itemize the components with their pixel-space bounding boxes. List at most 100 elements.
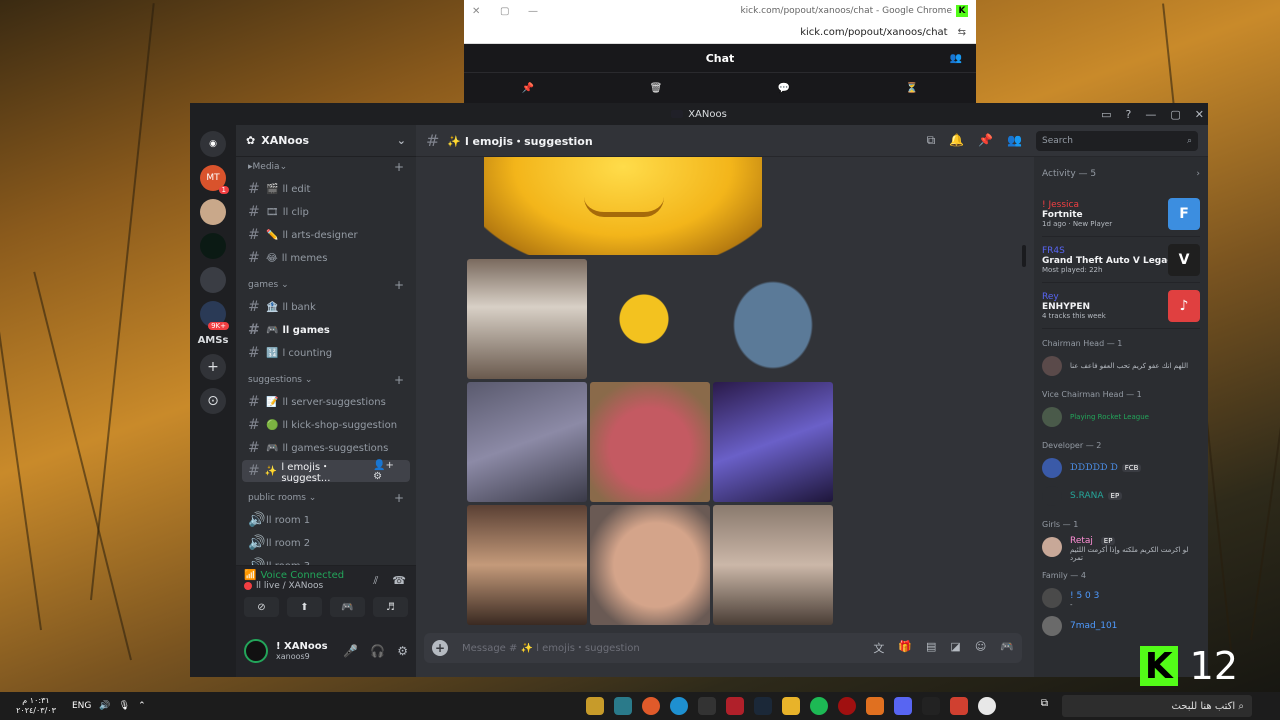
add-attachment-icon[interactable]: + [432, 640, 448, 656]
server-icon-xanoos[interactable] [200, 233, 226, 259]
taskbar-search-input[interactable]: ⌕ اكتب هنا للبحث [1062, 695, 1252, 717]
category-public-rooms[interactable]: public rooms ⌄ + [242, 488, 410, 508]
server-icon-baby[interactable] [200, 199, 226, 225]
activity-card[interactable]: Rey ENHYPEN 4 tracks this week ♪ [1042, 283, 1200, 329]
gif-icon[interactable]: ▤ [926, 640, 936, 656]
member-item[interactable]: ! 5 0 3 - [1042, 584, 1200, 612]
search-input[interactable]: Search ⌕ [1036, 130, 1198, 151]
maximize-icon[interactable]: ▢ [1170, 108, 1180, 121]
threads-icon[interactable]: ⧉ [927, 133, 936, 148]
game-controller-icon[interactable]: 🎮 [1000, 640, 1014, 656]
gif-thumbnail[interactable] [713, 505, 833, 625]
bell-icon[interactable]: 🔔 [949, 133, 964, 148]
channel-arts-designer[interactable]: # ✏️ ll arts-designer [242, 224, 410, 246]
activity-button[interactable]: 🎮 [330, 597, 365, 617]
app-icon[interactable] [585, 697, 604, 715]
steam-icon[interactable] [753, 697, 772, 715]
add-channel-icon[interactable]: + [394, 491, 404, 505]
channel-clip[interactable]: # 🎞 ll clip [242, 201, 410, 223]
gif-thumbnail[interactable] [713, 259, 833, 379]
scrollbar-thumb[interactable] [1022, 245, 1026, 267]
maximize-icon[interactable]: ▢ [500, 6, 528, 17]
member-item[interactable]: S.RANA EP [1042, 482, 1200, 510]
taskbar-clock[interactable]: ١٠:٣١ م ٢٠٢٤/٠٣/٠٣ [0, 696, 72, 716]
gift-icon[interactable]: 🎁 [898, 640, 912, 656]
app-icon[interactable] [865, 697, 884, 715]
disconnect-icon[interactable]: ☎ [392, 574, 406, 588]
site-settings-icon[interactable]: ⇆ [958, 27, 966, 38]
member-item[interactable]: Playing Rocket League [1042, 403, 1200, 431]
headphones-icon[interactable]: 🎧 [370, 644, 385, 658]
gif-thumbnail[interactable] [590, 505, 710, 625]
sticker-icon[interactable]: ◪ [950, 640, 960, 656]
channel-games[interactable]: # 🎮 ll games [242, 319, 410, 341]
chat-bubble-icon[interactable]: 💬 [778, 83, 790, 94]
members-icon[interactable]: 👥 [1007, 133, 1022, 148]
app-icon[interactable] [697, 697, 716, 715]
minimize-icon[interactable]: — [1145, 108, 1156, 121]
spotify-icon[interactable] [809, 697, 828, 715]
microphone-icon[interactable]: 🎤 [343, 644, 358, 658]
add-channel-icon[interactable]: + [394, 373, 404, 387]
discord-home-icon[interactable]: ◉ [200, 131, 226, 157]
chrome-icon[interactable] [977, 697, 996, 715]
category-media[interactable]: ▸ Media ⌄ + [242, 157, 410, 177]
message-input[interactable] [462, 642, 874, 654]
gif-thumbnail[interactable] [590, 259, 710, 379]
add-channel-icon[interactable]: + [394, 278, 404, 292]
voice-channel-room-2[interactable]: 🔊 ll room 2 [242, 532, 410, 554]
channel-bank[interactable]: # 🏦 ll bank [242, 296, 410, 318]
language-indicator[interactable]: ENG [72, 701, 91, 711]
gif-thumbnail[interactable] [467, 382, 587, 502]
gif-thumbnail[interactable] [590, 382, 710, 502]
app-icon[interactable] [613, 697, 632, 715]
channel-memes[interactable]: # 😂 ll memes [242, 247, 410, 269]
avatar[interactable] [244, 639, 268, 663]
url-bar[interactable]: kick.com/popout/xanoos/chat ⇆ [464, 22, 976, 44]
discover-icon[interactable]: ⊙ [200, 388, 226, 414]
speaker-icon[interactable]: 🔊 [99, 701, 110, 711]
task-view-icon[interactable]: ⧉ [1041, 698, 1048, 709]
server-folder-icon[interactable]: 9K+ [200, 301, 229, 330]
emoji-icon[interactable]: ☺ [975, 640, 986, 656]
app-icon[interactable] [725, 697, 744, 715]
member-item[interactable]: ᗪᗪᗪᗪᗪ ᗪ FCB [1042, 454, 1200, 482]
server-folder-icon[interactable] [200, 267, 226, 293]
close-icon[interactable]: ✕ [472, 6, 500, 17]
hourglass-icon[interactable]: ⏳ [906, 83, 918, 94]
channel-settings-icon[interactable]: 👤+ ⚙ [373, 460, 404, 482]
server-icon-mt[interactable]: MT 1 [200, 165, 229, 194]
channel-edit[interactable]: # 🎬 ll edit [242, 178, 410, 200]
app-icon[interactable] [641, 697, 660, 715]
gear-icon[interactable]: ⚙ [397, 644, 408, 658]
gif-thumbnail[interactable] [467, 505, 587, 625]
server-label[interactable]: AMSs [198, 335, 229, 346]
channel-server-suggestions[interactable]: # 📝 ll server-suggestions [242, 391, 410, 413]
close-icon[interactable]: ✕ [1195, 108, 1204, 121]
translate-icon[interactable]: 文 [873, 640, 884, 656]
chevron-up-icon[interactable]: ⌃ [138, 701, 146, 711]
pin-icon[interactable]: 📌 [978, 133, 993, 148]
channel-games-suggestions[interactable]: # 🎮 ll games-suggestions [242, 437, 410, 459]
screen-share-button[interactable]: ⬆ [287, 597, 322, 617]
gif-thumbnail[interactable] [467, 259, 587, 379]
activity-header[interactable]: Activity — 5 › [1042, 157, 1200, 191]
video-off-button[interactable]: ⊘ [244, 597, 279, 617]
help-icon[interactable]: ? [1126, 108, 1132, 121]
member-item[interactable]: Retaj EP لو اكرمت الكريم ملكته وإذا أكرم… [1042, 533, 1200, 562]
discord-icon[interactable] [893, 697, 912, 715]
microphone-icon[interactable]: 🎙 [119, 701, 130, 711]
noise-suppression-icon[interactable]: ⫽ [373, 574, 378, 588]
category-games[interactable]: games ⌄ + [242, 275, 410, 295]
trash-icon[interactable]: 🗑 [650, 83, 663, 94]
category-suggestions[interactable]: suggestions ⌄ + [242, 370, 410, 390]
channel-kick-shop-suggestion[interactable]: # 🟢 ll kick-shop-suggestion [242, 414, 410, 436]
add-server-icon[interactable]: + [200, 354, 226, 380]
minimize-icon[interactable]: — [528, 6, 556, 17]
add-channel-icon[interactable]: + [394, 160, 404, 174]
app-icon[interactable] [837, 697, 856, 715]
channel-emojis-suggestion[interactable]: # ✨ l emojis・suggest... 👤+ ⚙ [242, 460, 410, 484]
epic-games-icon[interactable] [921, 697, 940, 715]
member-item[interactable]: اللهم انك عفو كريم تحب العفو فاعف عنا [1042, 352, 1200, 380]
server-header[interactable]: ✿ XANoos ⌄ [236, 125, 416, 157]
